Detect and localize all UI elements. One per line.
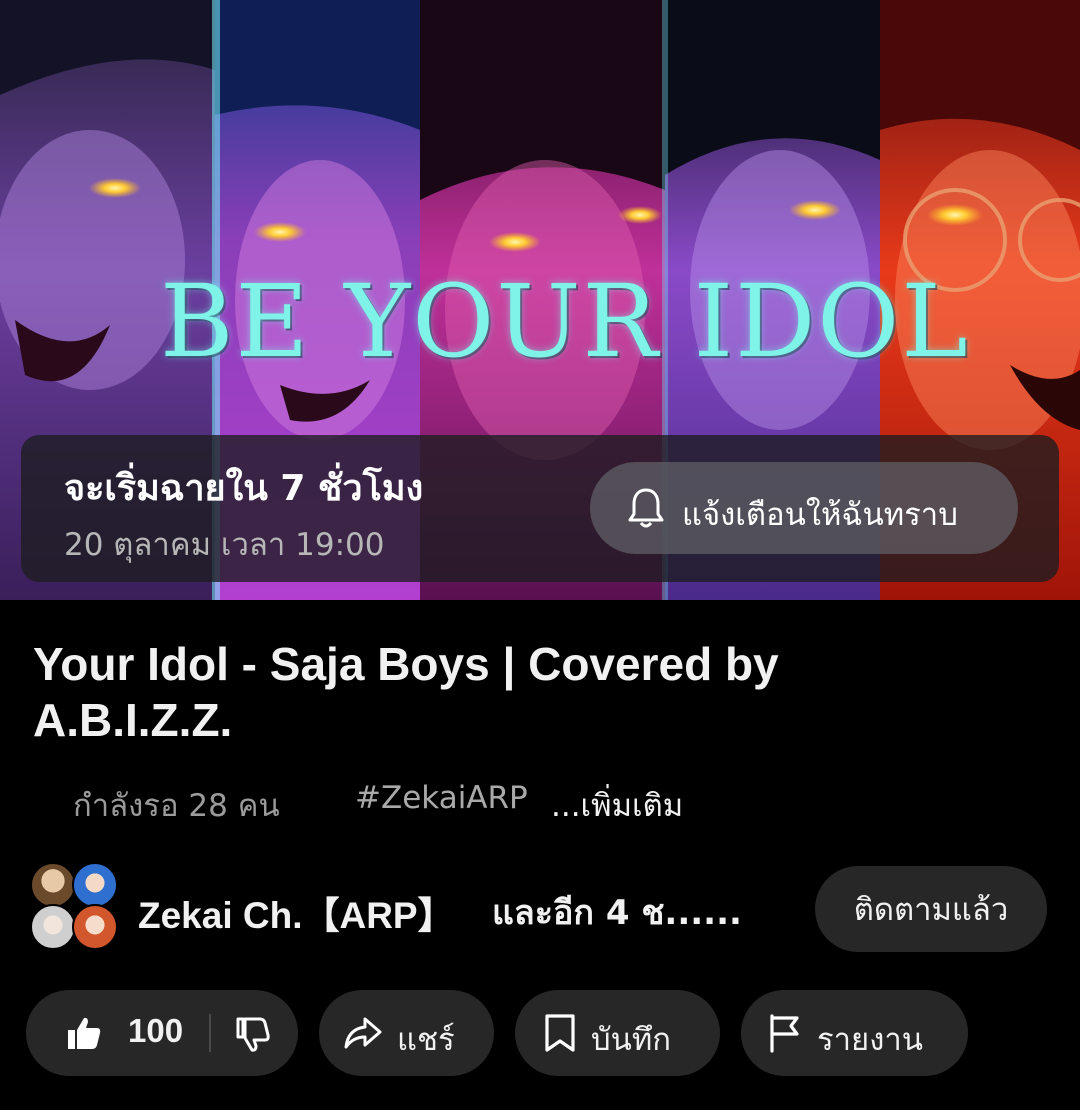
thumbnail-title-text: BE YOUR IDOL bbox=[160, 263, 970, 380]
bookmark-icon bbox=[545, 1014, 575, 1052]
description-more-link[interactable]: ...เพิ่มเติม bbox=[551, 780, 683, 830]
save-button[interactable]: บันทึก bbox=[515, 990, 720, 1076]
hashtag-link[interactable]: #ZekaiARP bbox=[355, 780, 528, 816]
premiere-datetime: 20 ตุลาคม เวลา 19:00 bbox=[64, 527, 385, 563]
notify-me-button[interactable]: แจ้งเตือนให้ฉันทราบ bbox=[590, 462, 1018, 554]
avatar bbox=[72, 904, 118, 950]
avatar bbox=[30, 862, 76, 908]
bell-icon bbox=[628, 488, 664, 528]
share-label: แชร์ bbox=[397, 1022, 455, 1058]
flag-icon bbox=[770, 1014, 799, 1053]
premiere-banner: จะเริ่มฉายใน 7 ชั่วโมง 20 ตุลาคม เวลา 19… bbox=[21, 435, 1059, 582]
channel-name[interactable]: Zekai Ch.【ARP】 bbox=[138, 885, 455, 939]
report-button[interactable]: รายงาน bbox=[741, 990, 968, 1076]
notify-me-label: แจ้งเตือนให้ฉันทราบ bbox=[682, 497, 958, 533]
share-button[interactable]: แชร์ bbox=[319, 990, 494, 1076]
thumb-down-icon[interactable] bbox=[232, 1015, 272, 1055]
report-label: รายงาน bbox=[817, 1022, 923, 1058]
like-dislike-group: 100 bbox=[26, 990, 298, 1076]
avatar bbox=[72, 862, 118, 908]
like-divider bbox=[209, 1014, 211, 1052]
channel-avatars[interactable] bbox=[30, 862, 120, 952]
waiting-count: กำลังรอ 28 คน bbox=[73, 788, 280, 824]
like-count: 100 bbox=[128, 1012, 184, 1049]
premiere-countdown: จะเริ่มฉายใน 7 ชั่วโมง bbox=[64, 468, 424, 509]
share-arrow-icon bbox=[344, 1017, 382, 1049]
subscribed-button[interactable]: ติดตามแล้ว bbox=[815, 866, 1047, 952]
collaborators-text[interactable]: และอีก 4 ช...... bbox=[492, 885, 742, 939]
video-title[interactable]: Your Idol - Saja Boys | Covered by A.B.I… bbox=[33, 636, 933, 748]
video-thumbnail[interactable]: BE YOUR IDOL จะเริ่มฉายใน 7 ชั่วโมง 20 ต… bbox=[0, 0, 1080, 600]
thumb-up-icon[interactable] bbox=[64, 1013, 104, 1053]
save-label: บันทึก bbox=[591, 1022, 672, 1058]
avatar bbox=[30, 904, 76, 950]
